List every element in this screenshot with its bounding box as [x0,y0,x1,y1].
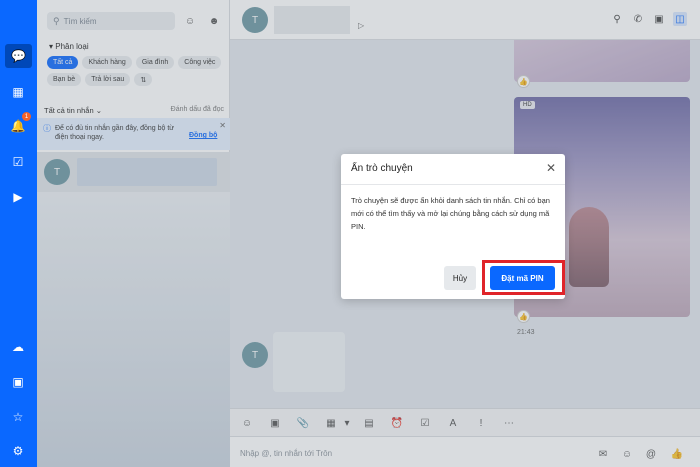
notification-badge: 1 [22,112,31,121]
dialog-body: Trò chuyện sẽ được ẩn khỏi danh sách tin… [351,196,550,231]
chat-icon[interactable]: 💬 [5,44,32,68]
cloud-icon[interactable]: ☁ [8,337,28,357]
todo-icon[interactable]: ☑ [8,152,28,172]
settings-icon[interactable]: ⚙ [8,441,28,461]
divider [341,184,565,185]
video-icon[interactable]: ▶ [8,187,28,207]
dialog-title: Ẩn trò chuyện [351,163,413,174]
star-icon[interactable]: ☆ [8,407,28,427]
bell-icon[interactable]: 🔔 1 [8,112,31,136]
screenshot-icon[interactable]: ▣ [8,372,28,392]
contacts-icon[interactable]: ▦ [8,82,28,102]
cancel-button[interactable]: Hủy [444,266,476,290]
highlight-box [482,260,565,295]
nav-rail: 💬 ▦ 🔔 1 ☑ ▶ ☁ ▣ ☆ ⚙ [0,0,37,467]
close-icon[interactable]: ✕ [546,161,556,175]
